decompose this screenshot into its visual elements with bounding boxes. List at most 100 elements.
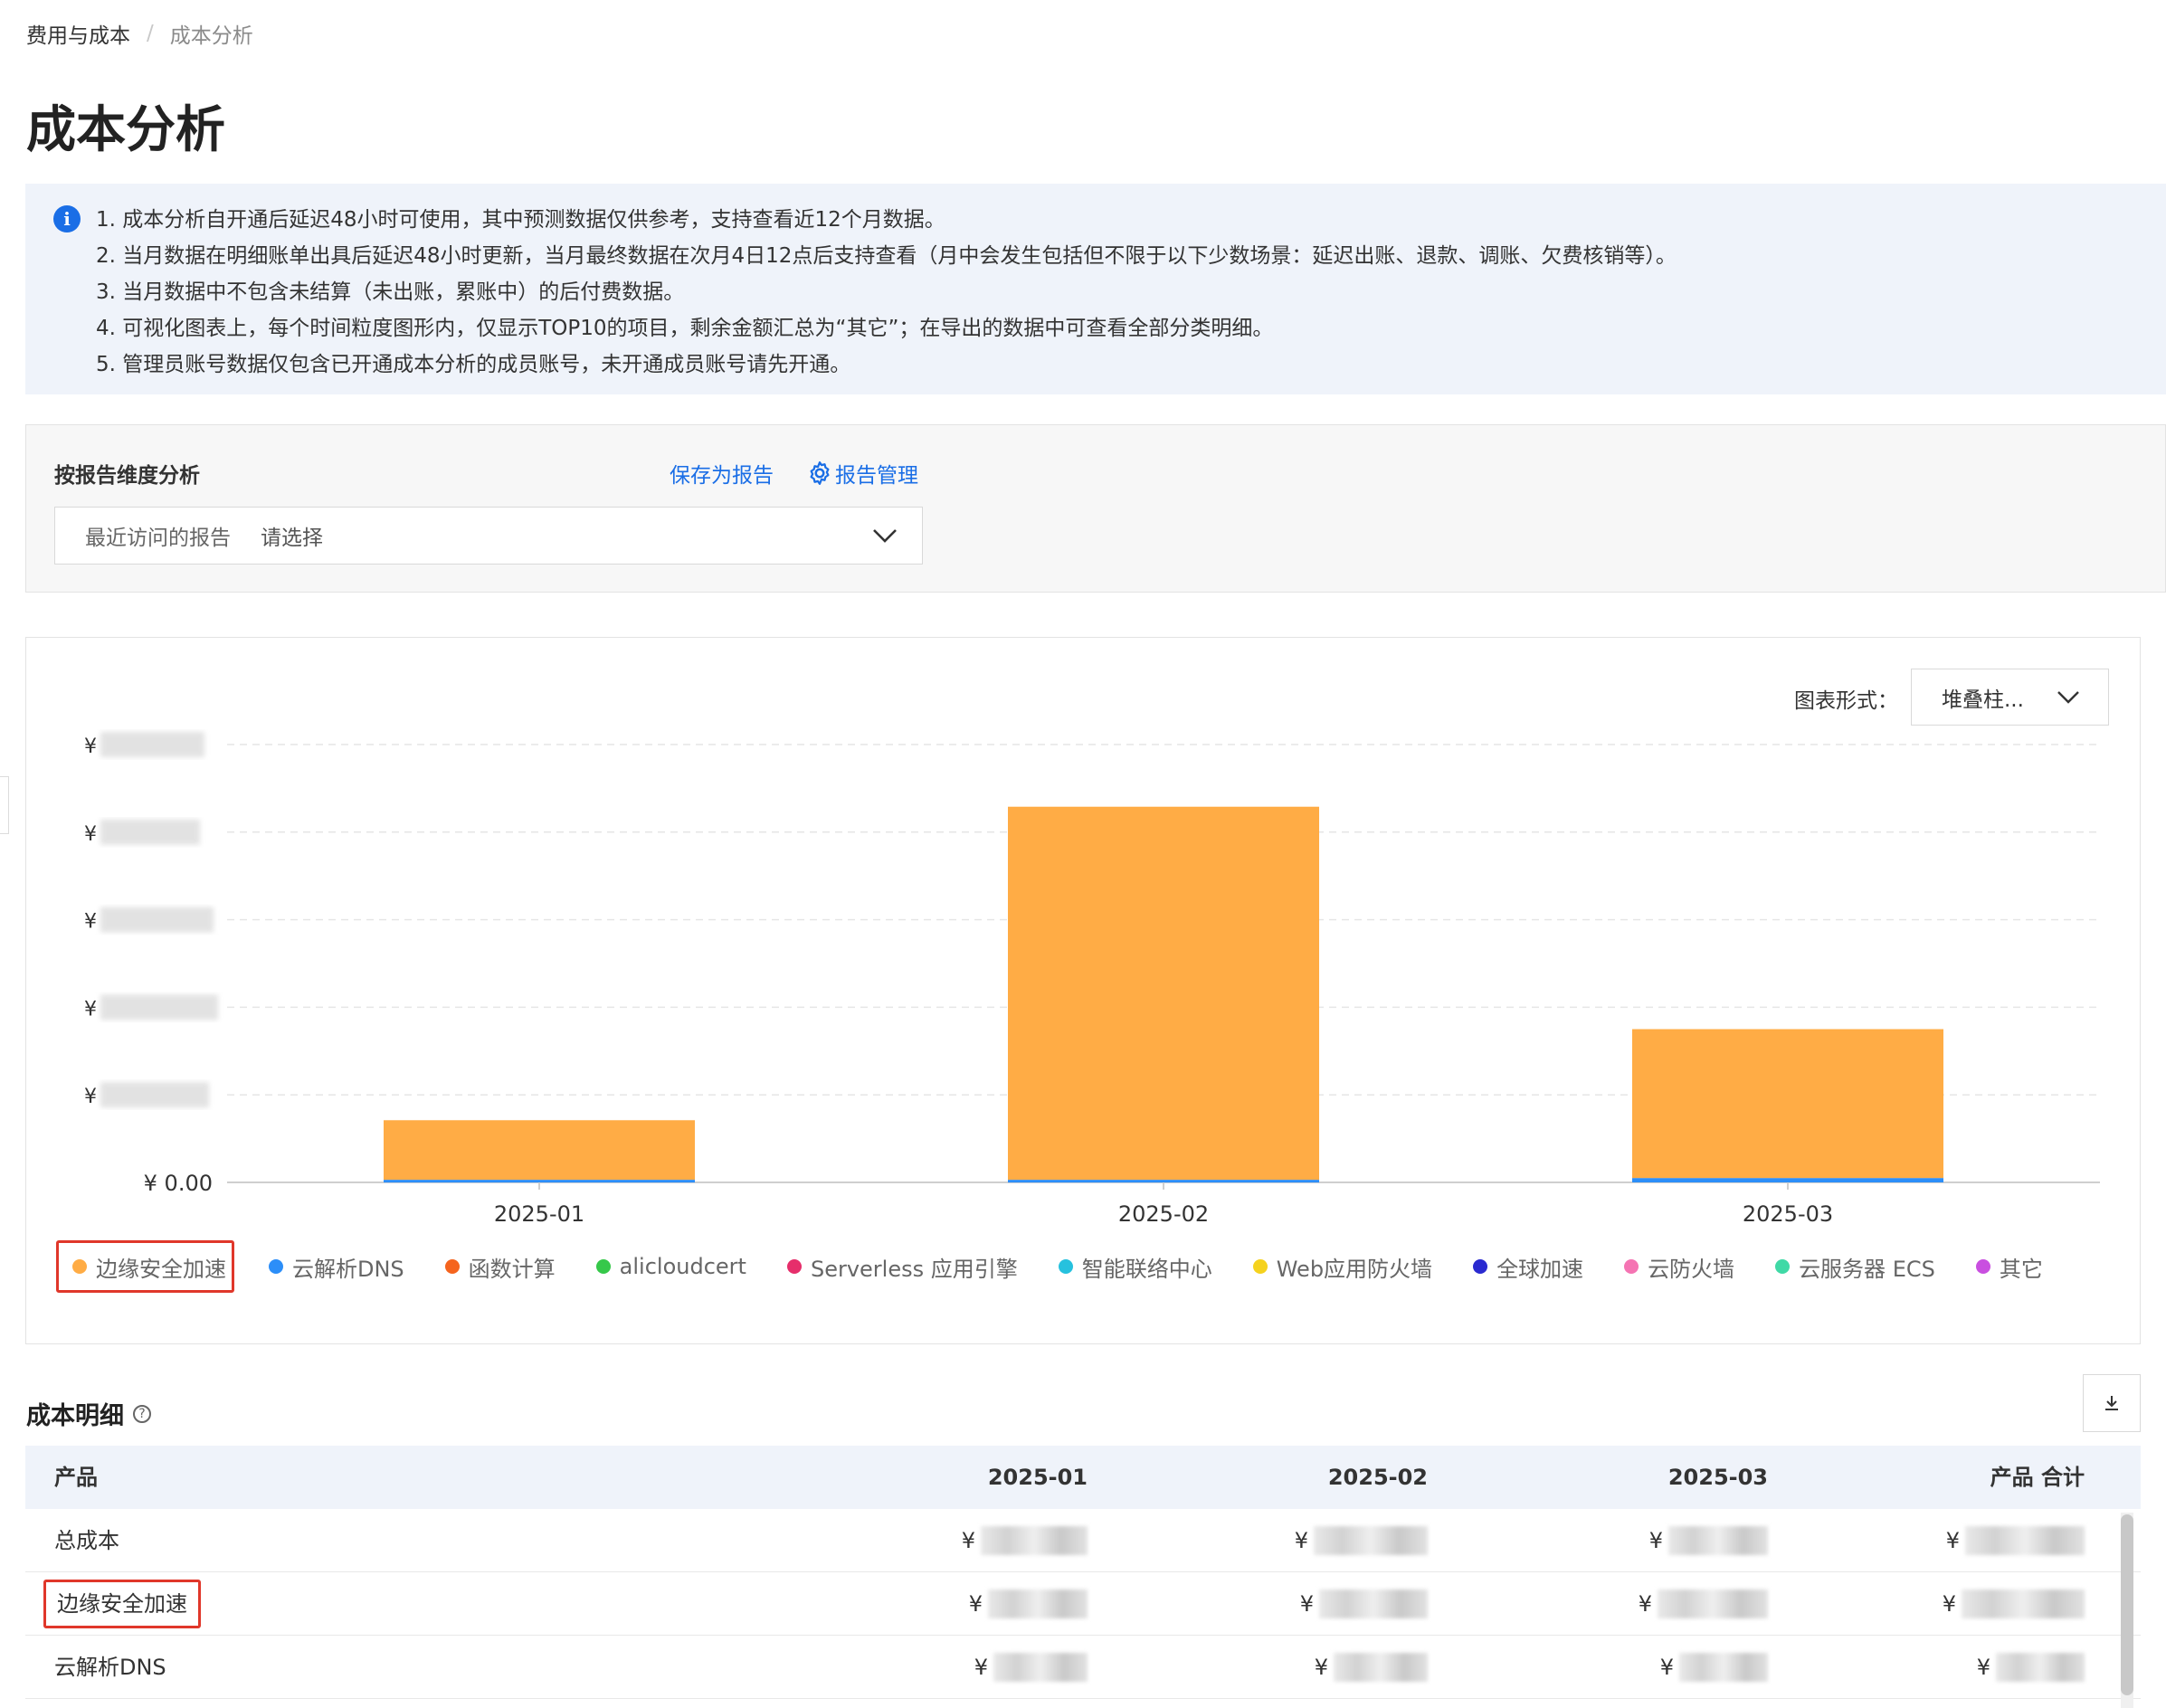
- cost-value: ¥: [1299, 1591, 1314, 1617]
- stacked-bar-chart: ¥ 0.00 ¥ ¥ ¥ ¥ ¥2025-01 2025-02 2025-03: [84, 732, 2100, 1227]
- legend-item[interactable]: alicloudcert: [595, 1240, 746, 1293]
- legend-label: 全球加速: [1496, 1256, 1584, 1282]
- legend-dot-icon: [444, 1259, 460, 1274]
- y-tick-label: ¥ 0.00: [144, 1171, 213, 1196]
- y-tick-value-redacted: [100, 1082, 209, 1108]
- x-tick-label: 2025-02: [1118, 1201, 1209, 1227]
- chevron-down-icon: [873, 529, 897, 543]
- chart-card: 图表形式： 堆叠柱... ¥ 0.00 ¥ ¥ ¥ ¥ ¥2025-01 2025-02 20…: [25, 637, 2141, 1344]
- row-product-name[interactable]: 边缘安全加速: [43, 1580, 201, 1628]
- table-row: 总成本 ¥ ¥ ¥ ¥: [25, 1509, 2141, 1572]
- legend-dot-icon: [786, 1259, 802, 1274]
- legend-item[interactable]: 边缘安全加速: [56, 1240, 234, 1293]
- y-tick-label: ¥: [84, 1086, 97, 1108]
- legend-dot-icon: [1775, 1259, 1791, 1274]
- legend-dot-icon: [1624, 1259, 1639, 1274]
- y-tick-value-redacted: [100, 732, 204, 757]
- table-row: 云解析DNS ¥ ¥ ¥ ¥: [25, 1636, 2141, 1699]
- legend-dot-icon: [1975, 1259, 1990, 1274]
- row-product-name: 云解析DNS: [54, 1655, 166, 1680]
- legend-label: Web应用防火墙: [1276, 1256, 1433, 1282]
- breadcrumb-current: 成本分析: [169, 24, 253, 48]
- row-product-name-cell: 边缘安全加速: [43, 1572, 201, 1636]
- y-tick-label: ¥: [84, 911, 97, 934]
- notice-line: 5. 管理员账号数据仅包含已开通成本分析的成员账号，未开通成员账号请先开通。: [96, 353, 851, 376]
- cost-cell: ¥: [1946, 1509, 2085, 1572]
- chart-legend: 边缘安全加速 云解析DNS 函数计算 alicloudcert Serverless 应…: [56, 1240, 2084, 1293]
- legend-item[interactable]: 云解析DNS: [269, 1240, 404, 1293]
- cost-cell: ¥: [1295, 1509, 1428, 1572]
- legend-dot-icon: [595, 1259, 611, 1274]
- cost-cell: ¥: [1660, 1636, 1768, 1699]
- legend-item[interactable]: 云服务器 ECS: [1775, 1240, 1935, 1293]
- legend-label: 云防火墙: [1648, 1256, 1735, 1282]
- scrollbar-thumb[interactable]: [2121, 1514, 2133, 1695]
- legend-label: 函数计算: [468, 1256, 556, 1282]
- table-scrollbar[interactable]: [2121, 1513, 2133, 1708]
- legend-item[interactable]: 全球加速: [1473, 1240, 1583, 1293]
- download-button[interactable]: [2083, 1374, 2141, 1432]
- recent-report-placeholder: 请选择: [261, 527, 323, 550]
- legend-item[interactable]: 云防火墙: [1624, 1240, 1734, 1293]
- cost-cell: ¥: [969, 1572, 1088, 1636]
- legend-dot-icon: [1473, 1259, 1488, 1274]
- cost-value: ¥: [974, 1655, 988, 1680]
- column-header-product[interactable]: 产品: [54, 1446, 98, 1509]
- cost-cell: ¥: [1977, 1636, 2085, 1699]
- cost-cell: ¥: [1649, 1509, 1768, 1572]
- bar-segment: [384, 1120, 695, 1181]
- cost-value: ¥: [1294, 1528, 1308, 1553]
- report-panel: 按报告维度分析 保存为报告 报告管理 最近访问的报告 请选择: [25, 424, 2166, 593]
- notice-lines: 1. 成本分析自开通后延迟48小时可使用，其中预测数据仅供参考，支持查看近12个…: [96, 202, 1677, 383]
- page-title: 成本分析: [26, 100, 226, 158]
- breadcrumb-separator: /: [147, 22, 154, 45]
- notice-line: 3. 当月数据中不包含未结算（未出账，累账中）的后付费数据。: [96, 280, 685, 304]
- breadcrumb: 费用与成本 / 成本分析: [26, 18, 253, 49]
- y-tick-value-redacted: [100, 906, 214, 933]
- column-header-2025-03[interactable]: 2025-03: [1668, 1446, 1768, 1509]
- cost-value: ¥: [968, 1591, 983, 1617]
- legend-label: 智能联络中心: [1081, 1256, 1212, 1282]
- report-manage-link[interactable]: 报告管理: [806, 458, 918, 489]
- save-as-report-link[interactable]: 保存为报告: [670, 458, 774, 489]
- y-tick-value-redacted: [100, 994, 218, 1020]
- question-circle-icon[interactable]: ?: [133, 1404, 151, 1423]
- legend-label: Serverless 应用引擎: [810, 1256, 1018, 1282]
- report-manage-label: 报告管理: [835, 464, 918, 488]
- column-header-2025-02[interactable]: 2025-02: [1328, 1446, 1428, 1509]
- legend-item[interactable]: 函数计算: [444, 1240, 556, 1293]
- cost-value: ¥: [1314, 1655, 1328, 1680]
- cost-detail-table: 产品 2025-01 2025-02 2025-03 产品 合计 总成本 ¥ ¥…: [25, 1446, 2141, 1699]
- legend-dot-icon: [1252, 1259, 1268, 1274]
- column-header-product-total[interactable]: 产品 合计: [1990, 1446, 2085, 1509]
- cost-value: ¥: [1659, 1655, 1674, 1680]
- legend-item[interactable]: Serverless 应用引擎: [786, 1240, 1018, 1293]
- bar-segment: [1008, 806, 1319, 1181]
- cost-value: ¥: [1945, 1528, 1960, 1553]
- legend-item[interactable]: 智能联络中心: [1058, 1240, 1212, 1293]
- recent-report-prefix: 最近访问的报告: [85, 527, 231, 550]
- cost-detail-title-text: 成本明细: [26, 1402, 124, 1430]
- cost-value: ¥: [1976, 1655, 1990, 1680]
- side-collapse-handle[interactable]: [0, 776, 9, 834]
- legend-label: 云服务器 ECS: [1799, 1256, 1935, 1282]
- legend-label: 其它: [1999, 1256, 2043, 1282]
- legend-dot-icon: [1058, 1259, 1073, 1274]
- y-tick-label: ¥: [84, 998, 97, 1020]
- legend-item[interactable]: Web应用防火墙: [1252, 1240, 1433, 1293]
- cost-value: ¥: [1648, 1528, 1663, 1553]
- bar-segment: [384, 1180, 695, 1183]
- notice-panel: i 1. 成本分析自开通后延迟48小时可使用，其中预测数据仅供参考，支持查看近1…: [25, 184, 2166, 394]
- recent-report-select[interactable]: 最近访问的报告 请选择: [54, 507, 923, 565]
- notice-line: 1. 成本分析自开通后延迟48小时可使用，其中预测数据仅供参考，支持查看近12个…: [96, 208, 945, 232]
- row-product-name: 总成本: [54, 1528, 119, 1553]
- breadcrumb-parent-link[interactable]: 费用与成本: [26, 18, 130, 49]
- cost-value: ¥: [961, 1528, 975, 1553]
- column-header-2025-01[interactable]: 2025-01: [988, 1446, 1088, 1509]
- bar-segment: [1632, 1178, 1943, 1182]
- legend-item[interactable]: 其它: [1975, 1240, 2043, 1293]
- y-tick-label: ¥: [84, 823, 97, 846]
- cost-cell: ¥: [974, 1636, 1088, 1699]
- table-row: 边缘安全加速 ¥ ¥ ¥ ¥: [25, 1572, 2141, 1636]
- table-header: 产品 2025-01 2025-02 2025-03 产品 合计: [25, 1446, 2141, 1509]
